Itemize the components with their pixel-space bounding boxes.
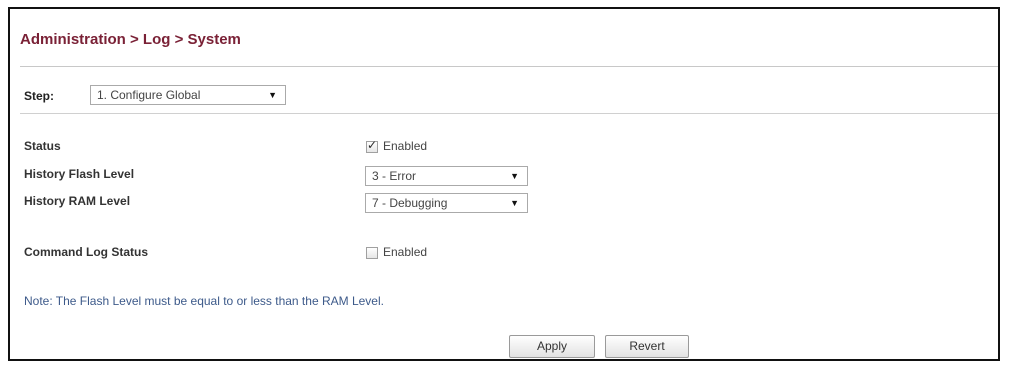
step-select-value: 1. Configure Global <box>97 88 201 102</box>
note-text: Note: The Flash Level must be equal to o… <box>24 294 384 308</box>
page-frame: Administration > Log > System Step: 1. C… <box>8 7 1000 361</box>
step-divider <box>20 113 998 114</box>
title-divider <box>20 66 998 67</box>
history-flash-level-label: History Flash Level <box>24 167 135 181</box>
check-icon: ✓ <box>367 138 378 152</box>
history-flash-level-select[interactable]: 3 - Error ▼ <box>365 166 528 186</box>
history-ram-level-value: 7 - Debugging <box>372 196 448 210</box>
command-log-status-checkbox[interactable] <box>366 247 378 259</box>
revert-button[interactable]: Revert <box>605 335 689 358</box>
command-log-enabled-label: Enabled <box>383 245 428 259</box>
chevron-down-icon: ▼ <box>510 171 519 181</box>
history-ram-level-select[interactable]: 7 - Debugging ▼ <box>365 193 528 213</box>
status-enabled-label: Enabled <box>383 139 428 153</box>
history-ram-level-label: History RAM Level <box>24 194 131 208</box>
step-label: Step: <box>24 89 54 103</box>
chevron-down-icon: ▼ <box>268 90 277 100</box>
apply-button[interactable]: Apply <box>509 335 595 358</box>
status-label: Status <box>24 139 61 153</box>
history-flash-level-value: 3 - Error <box>372 169 417 183</box>
step-select[interactable]: 1. Configure Global ▼ <box>90 85 286 105</box>
chevron-down-icon: ▼ <box>510 198 519 208</box>
status-checkbox[interactable]: ✓ <box>366 138 378 153</box>
page-title: Administration > Log > System <box>20 31 241 48</box>
command-log-status-label: Command Log Status <box>24 245 149 259</box>
